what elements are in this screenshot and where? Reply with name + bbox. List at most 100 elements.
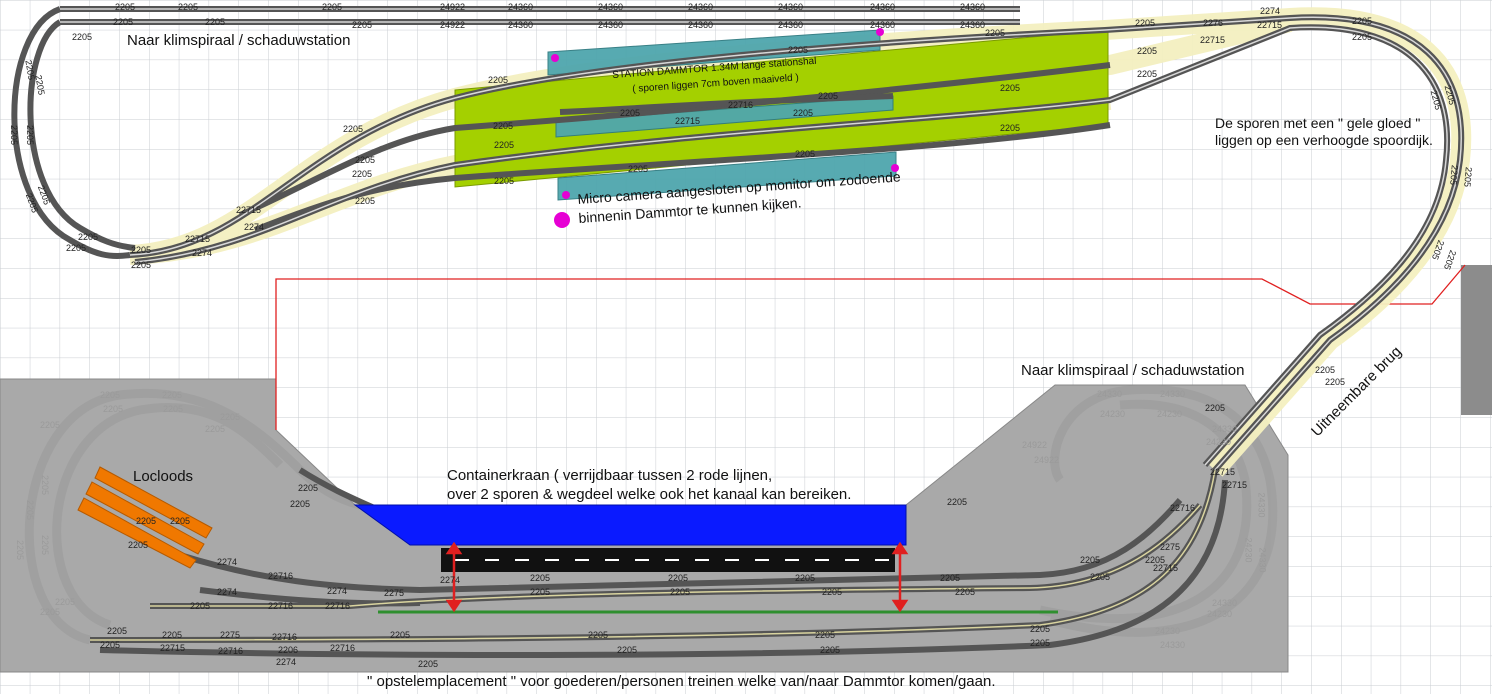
track-number: 24230 (1207, 609, 1233, 619)
track-number: 2205 (1137, 69, 1158, 79)
track-number: 2205 (128, 540, 149, 550)
track-number: 24360 (598, 2, 624, 12)
track-number: 22716 (728, 100, 754, 110)
track-number: 2205 (494, 176, 515, 186)
track-number: 24922 (440, 2, 466, 12)
track-number: 2205 (352, 169, 373, 179)
side-plate (1461, 265, 1492, 415)
track-number: 22716 (330, 643, 356, 653)
track-number: 2275 (384, 588, 405, 598)
track-number: 2275 (1160, 542, 1181, 552)
track-number: 2205 (1080, 555, 1101, 565)
track-number: 2205 (418, 659, 439, 669)
track-number: 24330 (1097, 389, 1123, 399)
track-number: 2205 (617, 645, 638, 655)
track-number: 2205 (25, 499, 36, 521)
track-number: 2274 (244, 222, 265, 232)
track-number: 24360 (688, 20, 714, 30)
track-number: 2205 (985, 28, 1006, 38)
track-number: 2205 (588, 630, 609, 640)
track-number: 2205 (947, 497, 968, 507)
track-number: 2274 (276, 657, 297, 667)
track-number: 2205 (1000, 83, 1021, 93)
track-number: 22715 (675, 116, 701, 126)
track-number: 2205 (620, 108, 641, 118)
track-number: 22715 (1257, 20, 1283, 30)
track-number: 2205 (298, 483, 319, 493)
track-number: 22716 (268, 571, 294, 581)
track-number: 24330 (1212, 424, 1238, 434)
track-number: 2205 (15, 539, 26, 561)
track-number: 2205 (390, 630, 411, 640)
track-number: 2205 (220, 412, 241, 422)
track-number: 2274 (192, 248, 213, 258)
track-number: 2205 (40, 607, 61, 617)
track-number: 2205 (355, 196, 376, 206)
track-number: 2205 (170, 516, 191, 526)
container-crane (353, 504, 907, 546)
track-number: 2205 (818, 91, 839, 101)
track-number: 2205 (493, 121, 514, 131)
track-number: 22715 (185, 234, 211, 244)
track-number: 2205 (100, 640, 121, 650)
track-number: 24360 (778, 20, 804, 30)
track-number: 2205 (72, 32, 93, 42)
track-number: 2205 (1325, 377, 1346, 387)
track-number: 2205 (795, 573, 816, 583)
track-number: 2276 (1203, 18, 1224, 28)
crane-note-line2: over 2 sporen & wegdeel welke ook het ka… (447, 486, 852, 503)
track-number: 2205 (162, 390, 183, 400)
glow-note-line2: liggen op een verhoogde spoordijk. (1215, 132, 1433, 148)
track-number: 2205 (78, 232, 99, 242)
track-number: 2205 (9, 124, 20, 146)
track-number: 2205 (955, 587, 976, 597)
track-number: 24230 (1206, 437, 1232, 447)
track-number: 24360 (508, 20, 534, 30)
track-number: 2205 (322, 2, 343, 12)
track-number: 2274 (217, 557, 238, 567)
track-number: 2205 (136, 516, 157, 526)
yard-note: " opstelemplacement " voor goederen/pers… (367, 673, 996, 690)
track-number: 2205 (1448, 164, 1460, 186)
track-number: 24922 (1034, 455, 1060, 465)
track-number: 2205 (352, 20, 373, 30)
track-number: 2275 (220, 630, 241, 640)
track-number: 2205 (940, 573, 961, 583)
track-number: 2205 (55, 597, 76, 607)
track-number: 2205 (1090, 572, 1111, 582)
track-number: 2205 (163, 404, 184, 414)
label-to-helix-top: Naar klimspiraal / schaduwstation (127, 32, 351, 49)
track-number: 2206 (278, 645, 299, 655)
track-number: 24230 (1157, 409, 1183, 419)
track-number: 24230 (1243, 537, 1254, 563)
track-number: 2205 (355, 155, 376, 165)
track-number: 2205 (1352, 16, 1373, 26)
track-number: 2205 (795, 149, 816, 159)
track-number: 2205 (190, 601, 211, 611)
track-number: 2205 (1462, 166, 1474, 188)
crane-note-line1: Containerkraan ( verrijdbaar tussen 2 ro… (447, 467, 773, 484)
track-number: 2274 (1260, 6, 1281, 16)
track-number: 2205 (40, 420, 61, 430)
track-number: 2205 (103, 404, 124, 414)
track-number: 2205 (1205, 403, 1226, 413)
track-number: 2205 (1137, 46, 1158, 56)
track-number: 2205 (66, 243, 87, 253)
track-number: 2205 (1030, 638, 1051, 648)
track-number: 2205 (162, 630, 183, 640)
track-number: 22716 (272, 632, 298, 642)
track-number: 2205 (530, 573, 551, 583)
track-number: 2205 (178, 2, 199, 12)
track-number: 22715 (236, 205, 262, 215)
track-number: 2274 (217, 587, 238, 597)
track-number: 24330 (1160, 389, 1186, 399)
track-number: 24360 (598, 20, 624, 30)
track-number: 22716 (325, 601, 351, 611)
track-number: 22715 (1210, 467, 1236, 477)
track-number: 24360 (688, 2, 714, 12)
track-number: 24360 (960, 20, 986, 30)
track-number: 2205 (668, 573, 689, 583)
track-number: 2274 (440, 575, 461, 585)
track-number: 24360 (508, 2, 534, 12)
track-number: 2205 (1000, 123, 1021, 133)
